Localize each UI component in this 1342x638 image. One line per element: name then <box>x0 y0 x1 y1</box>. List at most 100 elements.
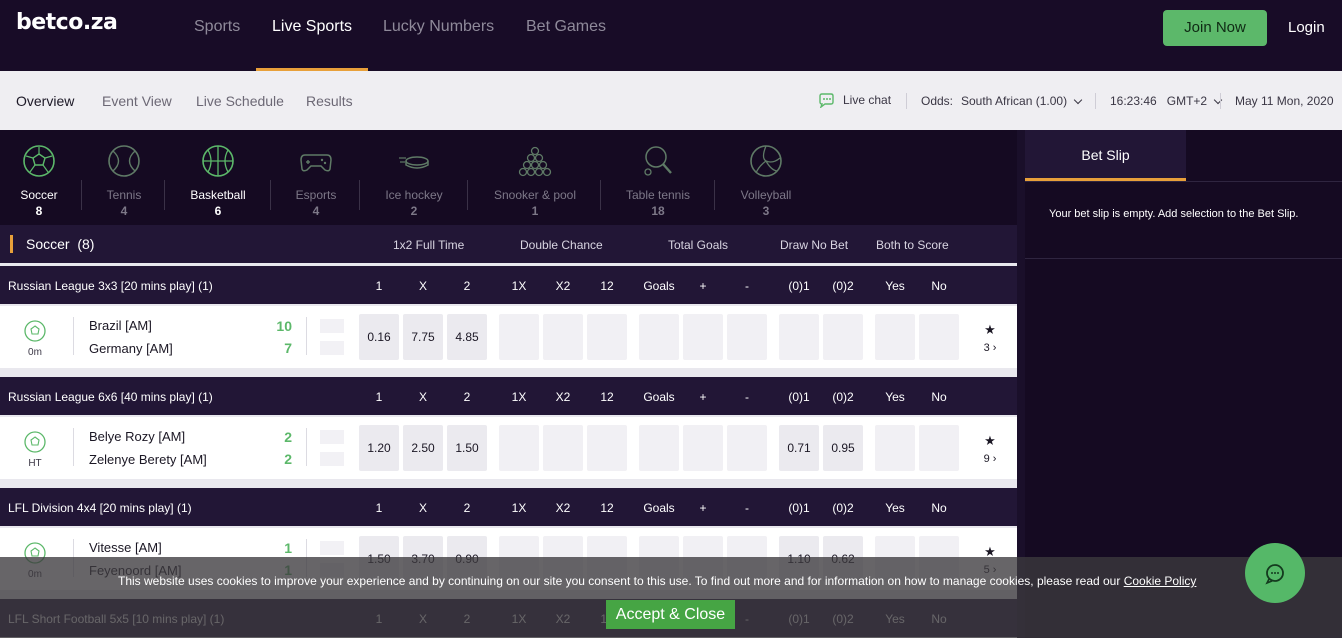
market-col-yes: Yes <box>885 501 905 515</box>
live-chat-link[interactable]: Live chat <box>843 93 891 107</box>
tab-results[interactable]: Results <box>306 93 353 109</box>
odds-button-12[interactable] <box>587 314 627 360</box>
market-col-goals: Goals <box>643 501 675 515</box>
clock-display[interactable]: 16:23:46 GMT+2 <box>1110 94 1223 108</box>
odds-button-1x[interactable] <box>499 425 539 471</box>
odds-button-x2[interactable] <box>543 314 583 360</box>
join-now-button[interactable]: Join Now <box>1163 10 1267 46</box>
odds-button-goals[interactable] <box>639 425 679 471</box>
sport-count: 4 <box>312 204 320 218</box>
match-row[interactable]: 0m Brazil [AM] Germany [AM] 10 7 0.16 7.75 4.85… <box>0 306 1017 368</box>
market-col-x: X <box>418 390 427 404</box>
market-col-no: No <box>931 501 947 515</box>
divider <box>73 317 74 355</box>
league-header[interactable]: LFL Division 4x4 [20 mins play] (1) 1 X 2 1X… <box>0 488 1017 526</box>
market-col-1: 1 <box>375 279 383 293</box>
sport-tab-volleyball[interactable]: Volleyball 3 <box>738 144 794 218</box>
market-col-x2: X2 <box>555 501 571 515</box>
odds-button-plus[interactable] <box>683 314 723 360</box>
odds-button-plus[interactable] <box>683 425 723 471</box>
odds-button-dnb-2[interactable]: 0.95 <box>823 425 863 471</box>
soccer-ball-icon <box>24 431 46 453</box>
league-name: Russian League 3x3 [20 mins play] (1) <box>8 279 213 293</box>
sport-tab-soccer[interactable]: Soccer 8 <box>20 144 58 218</box>
odds-button-yes[interactable] <box>875 425 915 471</box>
away-score: 2 <box>284 451 292 467</box>
nav-bet-games[interactable]: Bet Games <box>526 18 606 71</box>
market-col-minus: - <box>745 501 749 515</box>
odds-button-12[interactable] <box>587 425 627 471</box>
odds-format-select[interactable]: South African (1.00) <box>961 94 1083 108</box>
cookie-policy-link[interactable]: Cookie Policy <box>1124 574 1197 588</box>
market-col-1x: 1X <box>511 501 527 515</box>
more-markets-link[interactable]: ★ 3 › <box>980 322 1000 354</box>
odds-button-2[interactable]: 1.50 <box>447 425 487 471</box>
league-header[interactable]: Russian League 3x3 [20 mins play] (1) 1 X 2… <box>0 266 1017 304</box>
sport-tab-basketball[interactable]: Basketball 6 <box>188 144 248 218</box>
sport-count: 18 <box>651 204 665 218</box>
live-chat-icon[interactable] <box>818 93 835 111</box>
divider <box>1220 93 1221 109</box>
odds-button-x2[interactable] <box>543 425 583 471</box>
market-group-1x2: 1x2 Full Time <box>393 238 465 252</box>
sport-tab-table-tennis[interactable]: Table tennis 18 <box>624 144 692 218</box>
market-col-1x: 1X <box>511 390 527 404</box>
market-col-yes: Yes <box>885 390 905 404</box>
odds-button-x[interactable]: 2.50 <box>403 425 443 471</box>
odds-button-dnb-1[interactable] <box>779 314 819 360</box>
star-icon[interactable]: ★ <box>980 433 1000 449</box>
sport-tab-esports[interactable]: Esports 4 <box>294 144 338 218</box>
market-col-no: No <box>931 390 947 404</box>
odds-button-1[interactable]: 0.16 <box>359 314 399 360</box>
market-col-dnb-1: (0)1 <box>788 279 810 293</box>
market-col-plus: + <box>699 279 707 293</box>
odds-button-dnb-2[interactable] <box>823 314 863 360</box>
odds-button-yes[interactable] <box>875 314 915 360</box>
more-markets-link[interactable]: ★ 9 › <box>980 433 1000 465</box>
divider <box>714 180 715 210</box>
nav-lucky-numbers[interactable]: Lucky Numbers <box>383 18 494 71</box>
nav-sports[interactable]: Sports <box>194 18 240 71</box>
divider <box>270 180 271 210</box>
odds-button-no[interactable] <box>919 314 959 360</box>
sport-count: 4 <box>120 204 128 218</box>
bet-slip-empty-message: Your bet slip is empty. Add selection to… <box>1049 208 1299 220</box>
away-team: Germany [AM] <box>89 341 173 356</box>
tab-live-schedule[interactable]: Live Schedule <box>196 93 284 109</box>
sport-name: Snooker & pool <box>493 188 577 202</box>
chevron-down-icon <box>1073 95 1083 105</box>
market-col-goals: Goals <box>643 390 675 404</box>
nav-live-sports[interactable]: Live Sports <box>255 18 369 71</box>
bet-slip-tab[interactable]: Bet Slip <box>1025 130 1186 181</box>
divider <box>306 317 307 355</box>
odds-button-x[interactable]: 7.75 <box>403 314 443 360</box>
divider <box>164 180 165 210</box>
odds-button-1[interactable]: 1.20 <box>359 425 399 471</box>
home-score: 1 <box>284 540 292 556</box>
league-header[interactable]: Russian League 6x6 [40 mins play] (1) 1 X 2… <box>0 377 1017 415</box>
odds-button-no[interactable] <box>919 425 959 471</box>
sport-name: Ice hockey <box>385 188 443 202</box>
star-icon[interactable]: ★ <box>980 322 1000 338</box>
odds-button-goals[interactable] <box>639 314 679 360</box>
match-row[interactable]: HT Belye Rozy [AM] Zelenye Berety [AM] 2 2 1.… <box>0 417 1017 479</box>
chat-button[interactable] <box>1245 543 1305 603</box>
odds-button-2[interactable]: 4.85 <box>447 314 487 360</box>
tab-overview[interactable]: Overview <box>16 93 74 109</box>
odds-button-minus[interactable] <box>727 314 767 360</box>
login-button[interactable]: Login <box>1288 19 1325 36</box>
tab-event-view[interactable]: Event View <box>102 93 172 109</box>
section-title: Soccer (8) <box>26 236 95 252</box>
odds-button-dnb-1[interactable]: 0.71 <box>779 425 819 471</box>
odds-button-1x[interactable] <box>499 314 539 360</box>
odds-format-value: South African (1.00) <box>961 94 1068 108</box>
odds-button-minus[interactable] <box>727 425 767 471</box>
accept-close-button[interactable]: Accept & Close <box>606 600 735 629</box>
market-group-total-goals: Total Goals <box>668 238 729 252</box>
brand-logo[interactable]: betco.za <box>16 10 118 35</box>
sport-tab-tennis[interactable]: Tennis 4 <box>104 144 144 218</box>
timezone: GMT+2 <box>1166 94 1208 108</box>
sport-tab-snooker-pool[interactable]: Snooker & pool 1 <box>492 144 578 218</box>
sport-tab-ice-hockey[interactable]: Ice hockey 2 <box>384 144 444 218</box>
sport-count: 8 <box>35 204 43 218</box>
